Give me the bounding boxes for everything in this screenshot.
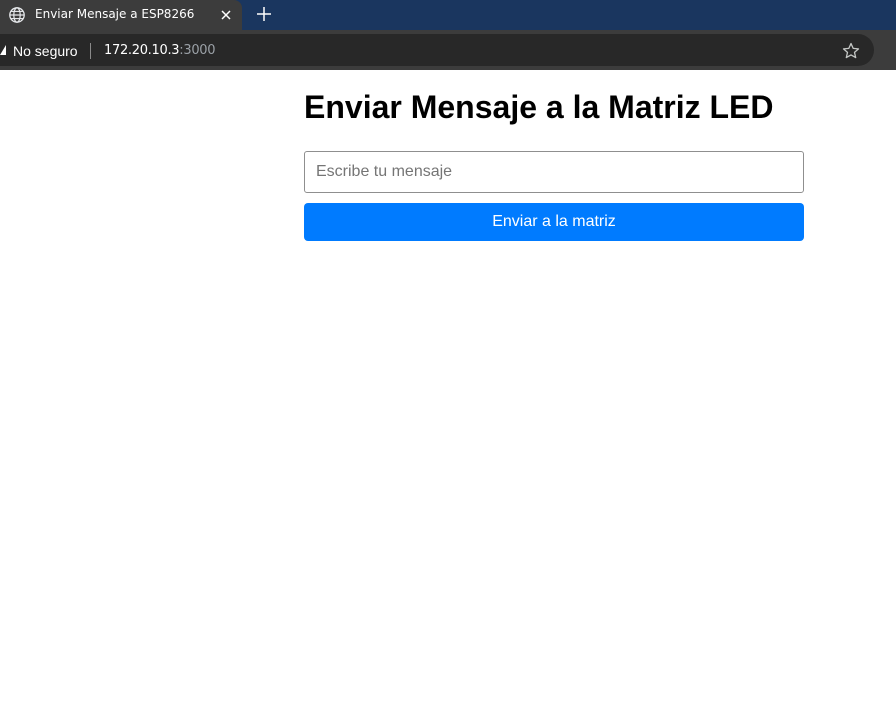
send-to-matrix-button[interactable]: Enviar a la matriz — [304, 203, 804, 241]
plus-icon[interactable] — [255, 5, 273, 23]
url-host: 172.20.10.3 — [104, 43, 180, 58]
tab-title: Enviar Mensaje a ESP8266 — [35, 7, 195, 21]
address-bar-divider — [90, 43, 91, 59]
page-title: Enviar Mensaje a la Matriz LED — [304, 89, 774, 125]
browser-tab[interactable]: Enviar Mensaje a ESP8266 — [0, 0, 242, 30]
url-text[interactable]: 172.20.10.3:3000 — [104, 43, 216, 58]
warning-triangle-icon[interactable] — [0, 45, 6, 55]
security-label[interactable]: No seguro — [13, 43, 78, 59]
message-input[interactable] — [304, 151, 804, 193]
url-port: :3000 — [179, 43, 216, 58]
globe-icon — [9, 7, 25, 23]
star-icon[interactable] — [842, 42, 860, 60]
close-icon[interactable] — [219, 8, 233, 22]
tab-strip: Enviar Mensaje a ESP8266 — [0, 0, 896, 30]
